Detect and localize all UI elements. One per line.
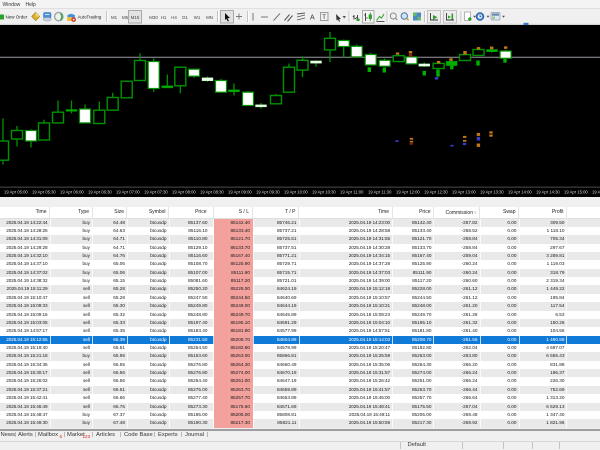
- svg-text:19 Apr 09:00: 19 Apr 09:00: [228, 189, 252, 194]
- svg-text:19 Apr 11:00: 19 Apr 11:00: [340, 189, 364, 194]
- svg-text:19 Apr 09:30: 19 Apr 09:30: [256, 189, 280, 194]
- svg-text:19 Apr 06:30: 19 Apr 06:30: [88, 189, 112, 194]
- svg-text:19 Apr 14:00: 19 Apr 14:00: [508, 189, 532, 194]
- svg-text:19 Apr 07:30: 19 Apr 07:30: [144, 189, 168, 194]
- svg-text:D1: D1: [182, 15, 188, 20]
- svg-text:M1: M1: [111, 15, 118, 20]
- svg-text:19 Apr 15:30: 19 Apr 15:30: [592, 189, 600, 194]
- svg-text:19 Apr 06:00: 19 Apr 06:00: [60, 189, 84, 194]
- svg-text:19 Apr 11:30: 19 Apr 11:30: [368, 189, 392, 194]
- svg-text:M5: M5: [122, 15, 129, 20]
- svg-text:M15: M15: [131, 15, 140, 20]
- svg-text:19 Apr 12:30: 19 Apr 12:30: [424, 189, 448, 194]
- svg-text:MN: MN: [206, 15, 213, 20]
- svg-text:19 Apr 08:00: 19 Apr 08:00: [172, 189, 196, 194]
- svg-text:New Order: New Order: [6, 15, 28, 20]
- svg-text:H1: H1: [161, 15, 167, 20]
- svg-text:19 Apr 13:30: 19 Apr 13:30: [480, 189, 504, 194]
- svg-text:19 Apr 05:00: 19 Apr 05:00: [4, 189, 28, 194]
- svg-text:H4: H4: [171, 15, 177, 20]
- svg-text:19 Apr 08:30: 19 Apr 08:30: [200, 189, 224, 194]
- svg-text:T: T: [322, 15, 326, 21]
- svg-text:19 Apr 10:00: 19 Apr 10:00: [284, 189, 308, 194]
- svg-text:19 Apr 05:30: 19 Apr 05:30: [32, 189, 56, 194]
- svg-text:A: A: [310, 15, 315, 22]
- svg-text:19 Apr 14:30: 19 Apr 14:30: [536, 189, 560, 194]
- svg-text:19 Apr 13:00: 19 Apr 13:00: [452, 189, 476, 194]
- svg-text:AutoTrading: AutoTrading: [78, 15, 102, 20]
- svg-text:19 Apr 07:00: 19 Apr 07:00: [116, 189, 140, 194]
- svg-text:W1: W1: [194, 15, 201, 20]
- svg-text:M30: M30: [149, 15, 158, 20]
- svg-text:19 Apr 12:00: 19 Apr 12:00: [396, 189, 420, 194]
- svg-text:19 Apr 15:00: 19 Apr 15:00: [564, 189, 588, 194]
- svg-text:19 Apr 10:30: 19 Apr 10:30: [312, 189, 336, 194]
